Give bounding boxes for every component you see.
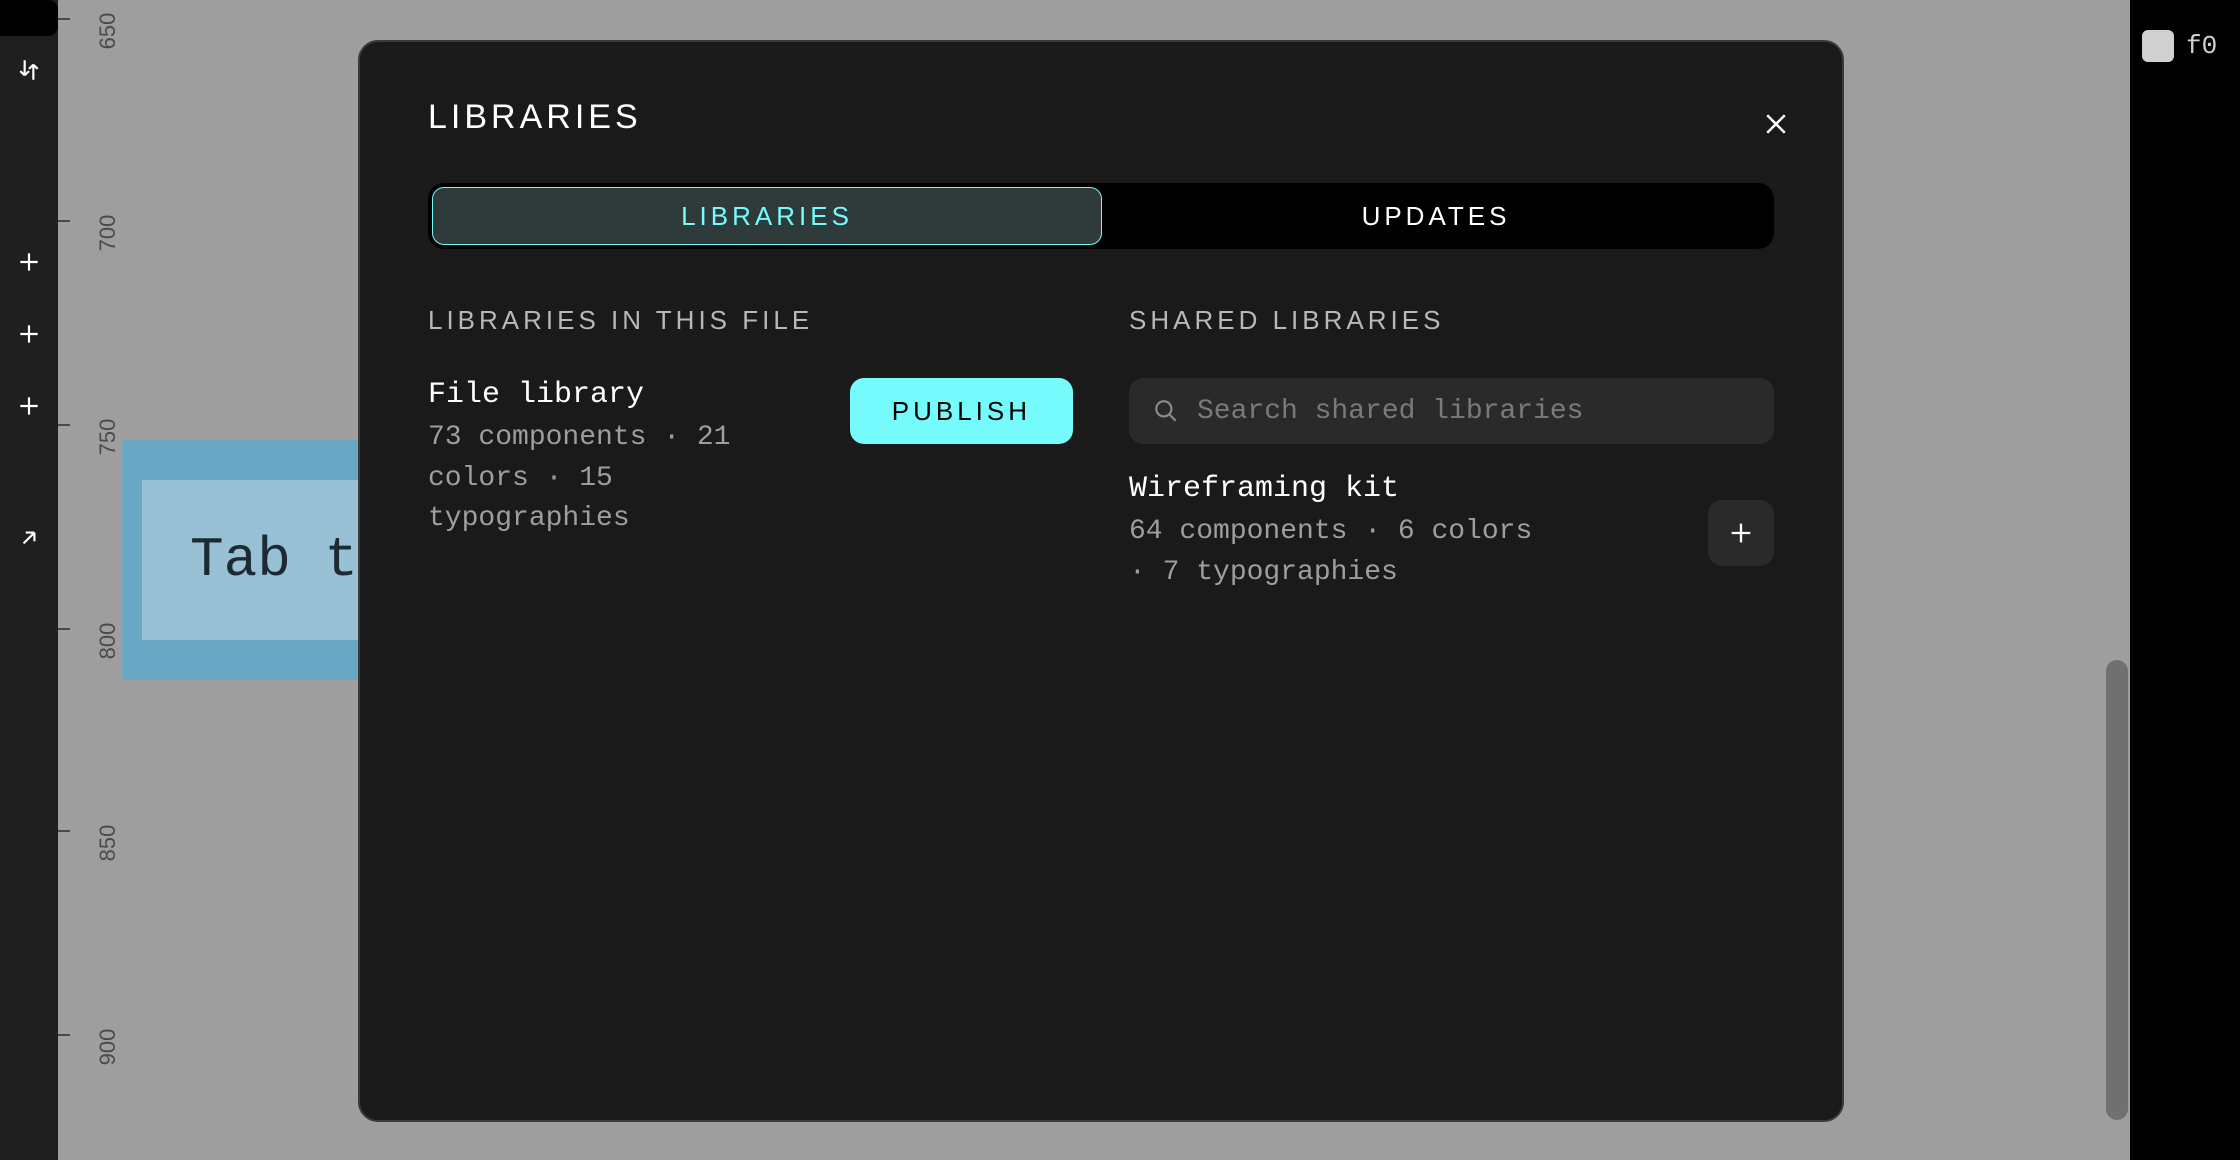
file-library-row: File library 73 components · 21 colors ·… <box>428 378 1073 540</box>
scrollbar-thumb[interactable] <box>2106 660 2128 1120</box>
right-properties-panel: f0 <box>2130 0 2240 1160</box>
plus-icon[interactable] <box>13 390 45 422</box>
dialog-tab-switch: LIBRARIES UPDATES <box>428 183 1774 249</box>
ruler-tick-label: 700 <box>95 203 121 263</box>
ruler-tick-label: 650 <box>95 1 121 61</box>
arrow-out-icon[interactable] <box>13 522 45 554</box>
color-swatch-label: f0 <box>2186 31 2217 61</box>
shared-library-info: Wireframing kit 64 components · 6 colors… <box>1129 472 1549 593</box>
ruler-tick-label: 800 <box>95 611 121 671</box>
search-shared-libraries[interactable] <box>1129 378 1774 444</box>
canvas-vertical-scrollbar[interactable] <box>2106 20 2128 1140</box>
shared-libraries-section: SHARED LIBRARIES Wireframing kit 64 comp… <box>1129 305 1774 593</box>
toolbar-active-highlight <box>0 0 58 36</box>
shared-library-name: Wireframing kit <box>1129 472 1549 506</box>
close-icon <box>1761 109 1791 139</box>
tab-updates[interactable]: UPDATES <box>1102 187 1770 245</box>
color-swatch-row[interactable]: f0 <box>2142 30 2217 62</box>
section-heading: SHARED LIBRARIES <box>1129 305 1774 336</box>
plus-icon <box>1727 519 1755 547</box>
search-input[interactable] <box>1195 395 1750 428</box>
file-library-name: File library <box>428 378 826 412</box>
libraries-in-file-section: LIBRARIES IN THIS FILE File library 73 c… <box>428 305 1073 593</box>
ruler-tick-label: 850 <box>95 813 121 873</box>
tab-libraries[interactable]: LIBRARIES <box>432 187 1102 245</box>
search-icon <box>1153 398 1179 424</box>
ruler-tick-label: 900 <box>95 1017 121 1077</box>
file-library-stats: 73 components · 21 colors · 15 typograph… <box>428 418 826 540</box>
swap-arrows-icon[interactable] <box>13 54 45 86</box>
dialog-title: LIBRARIES <box>428 98 1774 137</box>
section-heading: LIBRARIES IN THIS FILE <box>428 305 1073 336</box>
shared-library-row: Wireframing kit 64 components · 6 colors… <box>1129 472 1774 593</box>
ruler-tick-label: 750 <box>95 407 121 467</box>
left-toolbar <box>0 0 58 1160</box>
plus-icon[interactable] <box>13 318 45 350</box>
add-shared-library-button[interactable] <box>1708 500 1774 566</box>
file-library-info: File library 73 components · 21 colors ·… <box>428 378 826 540</box>
plus-icon[interactable] <box>13 246 45 278</box>
publish-button[interactable]: PUBLISH <box>850 378 1073 444</box>
shared-library-stats: 64 components · 6 colors · 7 typographie… <box>1129 512 1549 593</box>
close-button[interactable] <box>1756 104 1796 144</box>
libraries-dialog: LIBRARIES LIBRARIES UPDATES LIBRARIES IN… <box>358 40 1844 1122</box>
color-swatch[interactable] <box>2142 30 2174 62</box>
vertical-ruler: 650 700 750 800 850 900 <box>58 0 122 1160</box>
